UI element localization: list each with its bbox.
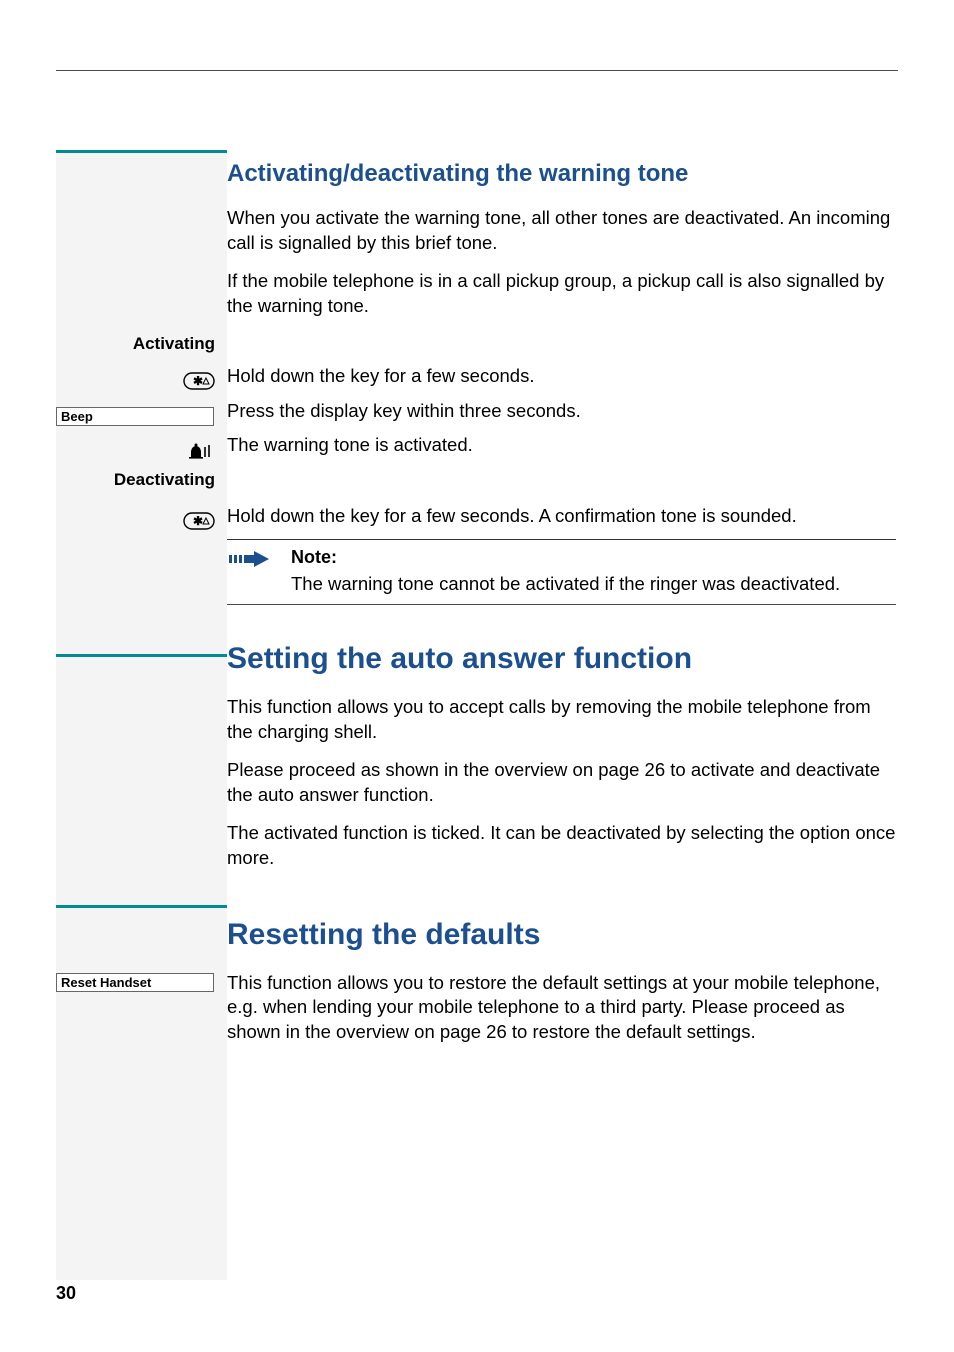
page-content: Activating/deactivating the warning tone… bbox=[56, 150, 896, 1058]
note-arrow-icon bbox=[227, 546, 273, 572]
teal-bar-section2 bbox=[56, 654, 227, 657]
paragraph: Please proceed as shown in the overview … bbox=[227, 758, 896, 807]
star-key-icon: ✱ bbox=[183, 373, 215, 390]
deactivating-label: Deactivating bbox=[56, 470, 227, 490]
svg-text:✱: ✱ bbox=[193, 374, 203, 388]
top-rule bbox=[56, 70, 898, 71]
note-block: Note: The warning tone cannot be activat… bbox=[227, 539, 896, 606]
reset-handset-menu-item: Reset Handset bbox=[56, 973, 214, 992]
page-number: 30 bbox=[56, 1283, 76, 1304]
section-heading-resetting: Resetting the defaults bbox=[227, 915, 896, 955]
paragraph: The activated function is ticked. It can… bbox=[227, 821, 896, 870]
activating-label: Activating bbox=[56, 334, 227, 354]
paragraph: When you activate the warning tone, all … bbox=[227, 206, 896, 255]
section-heading-auto-answer: Setting the auto answer function bbox=[227, 639, 896, 679]
paragraph: If the mobile telephone is in a call pic… bbox=[227, 269, 896, 318]
paragraph: This function allows you to accept calls… bbox=[227, 695, 896, 744]
step-text: Hold down the key for a few seconds. A c… bbox=[227, 504, 896, 529]
star-key-icon: ✱ bbox=[183, 512, 215, 529]
teal-bar-section3 bbox=[56, 905, 227, 908]
note-title: Note: bbox=[291, 546, 840, 570]
beep-display-key: Beep bbox=[56, 407, 214, 426]
step-text: Press the display key within three secon… bbox=[227, 399, 896, 424]
step-text: The warning tone is activated. bbox=[227, 433, 896, 458]
warning-tone-active-icon bbox=[185, 443, 215, 460]
step-text: Hold down the key for a few seconds. bbox=[227, 364, 896, 389]
section-heading-warning-tone: Activating/deactivating the warning tone bbox=[227, 158, 896, 190]
svg-text:✱: ✱ bbox=[193, 514, 203, 528]
paragraph: This function allows you to restore the … bbox=[227, 971, 896, 1045]
note-body: The warning tone cannot be activated if … bbox=[291, 572, 840, 597]
